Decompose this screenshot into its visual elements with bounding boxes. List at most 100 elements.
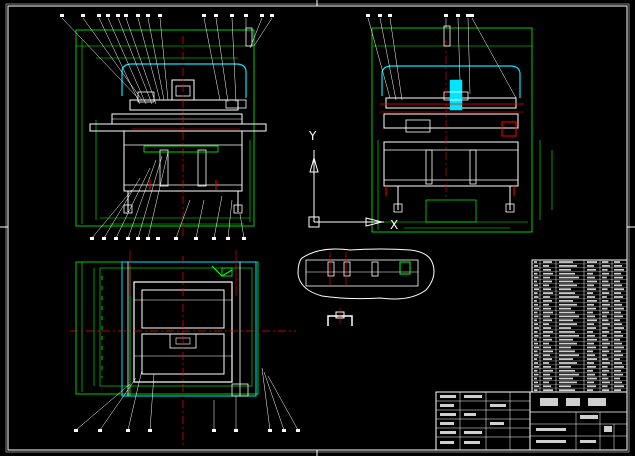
parts-list-cell-text: [534, 292, 538, 294]
parts-list-cell-text: [534, 315, 539, 318]
parts-list-cell-text: [534, 272, 538, 275]
parts-list-cell-text: [602, 385, 608, 388]
parts-list-cell-text: [534, 327, 539, 329]
parts-list-cell-text: [534, 350, 538, 353]
parts-list-cell-text: [559, 334, 579, 337]
parts-list-cell-text: [614, 284, 622, 287]
parts-list-cell-text: [534, 377, 537, 380]
parts-list-cell-text: [587, 307, 596, 310]
parts-list-cell-text: [614, 342, 622, 345]
parts-list-cell-text: [534, 284, 538, 287]
parts-list-cell-text: [559, 319, 573, 322]
parts-list-cell-text: [587, 365, 596, 368]
parts-list-cell-text: [559, 331, 575, 333]
parts-list-cell-text: [587, 288, 596, 291]
cad-drawing-canvas[interactable]: Y X: [0, 0, 635, 456]
parts-list-cell-text: [543, 284, 549, 287]
parts-list-cell-text: [602, 276, 607, 279]
parts-list-cell-text: [534, 323, 538, 326]
parts-list-cell-text: [614, 280, 620, 283]
parts-list-cell-text: [534, 276, 539, 279]
parts-list-cell-text: [559, 288, 571, 291]
parts-list-cell-text: [534, 303, 538, 306]
parts-list-cell-text: [534, 307, 539, 310]
parts-list-cell-text: [559, 369, 575, 372]
parts-list-cell-text: [602, 381, 610, 384]
parts-list-cell-text: [543, 323, 549, 326]
parts-list-cell-text: [543, 346, 551, 349]
parts-list-cell-text: [602, 338, 609, 341]
parts-list-cell-text: [587, 373, 595, 376]
parts-list-cell-text: [559, 284, 577, 287]
parts-list-cell-text: [602, 303, 610, 306]
parts-list-cell-text: [602, 350, 610, 353]
parts-list-cell-text: [534, 338, 537, 341]
parts-list-cell-text: [559, 381, 577, 384]
parts-list-cell-text: [543, 319, 552, 322]
parts-list-cell-text: [602, 334, 607, 337]
parts-list-cell-text: [559, 299, 573, 302]
parts-list-cell-text: [587, 319, 597, 322]
drawing-svg: Y X: [0, 0, 635, 456]
parts-list-cell-text: [559, 373, 579, 376]
parts-list-cell-text: [614, 323, 622, 326]
parts-list-cell-text: [534, 319, 537, 322]
parts-list-cell-text: [614, 358, 620, 360]
side-view[interactable]: [366, 14, 553, 233]
parts-list-cell-text: [543, 315, 550, 318]
parts-list-cell-text: [587, 292, 593, 294]
parts-list-cell-text: [587, 331, 593, 333]
parts-list-cell-text: [559, 362, 577, 364]
parts-list-cell-text: [614, 346, 624, 349]
parts-list-cell-text: [587, 385, 596, 388]
parts-list-cell-text: [614, 327, 624, 329]
parts-list-cell-text: [534, 265, 538, 267]
parts-list-cell-text: [587, 338, 597, 341]
parts-list-cell-text: [559, 354, 579, 357]
parts-list-cell-text: [559, 261, 573, 263]
parts-list-cell-text: [587, 381, 594, 384]
parts-list-cell-text: [602, 369, 610, 372]
parts-list-cell-text: [534, 280, 537, 283]
detail-view[interactable]: [297, 248, 435, 300]
parts-list-cell-text: [543, 288, 551, 291]
parts-list-cell-text: [602, 280, 609, 283]
parts-list-cell-text: [587, 334, 595, 337]
parts-list-cell-text: [534, 362, 538, 364]
parts-list-cell-text: [587, 358, 597, 360]
parts-list-cell-text: [602, 373, 607, 376]
parts-list-cell-text: [559, 303, 577, 306]
parts-list-cell-text: [614, 276, 623, 279]
parts-list-cell-text: [543, 358, 552, 360]
parts-list-cell-text: [602, 331, 610, 333]
top-view[interactable]: [70, 250, 300, 446]
parts-list-cell-text: [543, 389, 553, 392]
parts-list-cell-text: [614, 292, 621, 294]
parts-list-cell-text: [534, 334, 539, 337]
parts-list-cell-text: [543, 331, 553, 333]
parts-list-cell-text: [614, 311, 621, 314]
parts-list-cell-text: [614, 338, 620, 341]
parts-list-cell-text: [614, 303, 622, 306]
parts-list-cell-text: [543, 354, 550, 357]
parts-list-cell-text: [543, 265, 549, 267]
parts-list-cell-text: [602, 284, 610, 287]
parts-list-cell-text: [587, 284, 594, 287]
parts-list-cell-text: [559, 268, 571, 271]
parts-list-cell-text: [614, 350, 621, 353]
bracket-view[interactable]: [327, 308, 353, 326]
parts-list-cell-text: [534, 346, 539, 349]
parts-list-cell-text: [602, 365, 608, 368]
parts-list-cell-text: [587, 327, 596, 329]
parts-list-cell-text: [587, 299, 597, 302]
parts-list-cell-text: [602, 354, 607, 357]
parts-list-cell-text: [559, 358, 573, 360]
parts-list-cell-text: [587, 276, 595, 279]
parts-list-cell-text: [543, 381, 549, 384]
parts-list-cell-text: [534, 365, 539, 368]
parts-list-cell-text: [602, 307, 608, 310]
parts-list-cell-text: [543, 307, 551, 310]
parts-list-cell-text: [587, 272, 593, 275]
parts-list-cell-text: [614, 288, 624, 291]
front-view[interactable]: [60, 14, 274, 240]
